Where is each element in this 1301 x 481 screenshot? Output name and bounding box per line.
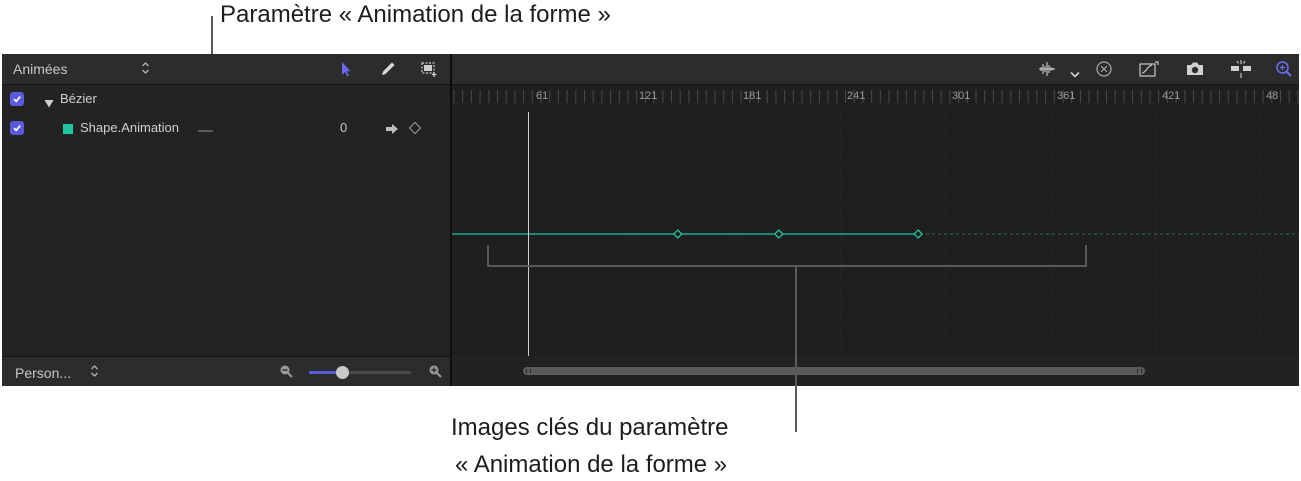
keyframe-diamond[interactable] xyxy=(913,229,924,239)
ruler-label: 61 xyxy=(536,90,549,102)
ruler-label: 421 xyxy=(1162,90,1181,102)
next-keyframe-arrow-icon[interactable] xyxy=(386,122,400,140)
parameter-row-shape-animation[interactable]: Shape.Animation 0 xyxy=(2,114,450,143)
ruler-label: 301 xyxy=(952,90,971,102)
zoom-slider-knob[interactable] xyxy=(336,366,349,379)
snapshot-camera-icon[interactable] xyxy=(1185,61,1205,82)
ruler-label: 181 xyxy=(743,90,762,102)
keyframes-callout-leader xyxy=(795,265,797,432)
ruler-label: 241 xyxy=(847,90,866,102)
ruler-label: 48 xyxy=(1266,90,1279,102)
add-keyframe-diamond-icon[interactable] xyxy=(408,121,422,140)
grid-lines xyxy=(631,108,1262,356)
parameter-value[interactable]: 0 xyxy=(340,120,347,135)
scroller-left-handle[interactable] xyxy=(525,369,531,373)
curve-graph-pane: 61 121 181 241 301 361 421 48 xyxy=(452,54,1299,386)
filter-popup[interactable]: Animées xyxy=(13,61,67,77)
ruler-label: 361 xyxy=(1057,90,1076,102)
callout-parameter-label: Paramètre « Animation de la forme » xyxy=(220,1,611,28)
preset-popup-chevron-icon[interactable] xyxy=(90,364,99,381)
parameter-list-bottom-bar: Person... xyxy=(2,356,450,386)
checkbox-bezier[interactable] xyxy=(10,92,24,106)
parameter-list-pane: Animées Bézier Shape.Animation 0 Person.… xyxy=(2,54,450,386)
audio-waveform-icon[interactable] xyxy=(1038,61,1056,82)
zoom-in-icon[interactable] xyxy=(428,364,442,383)
callout-parameter-leader-tick xyxy=(198,130,213,132)
timeline-ruler[interactable]: 61 121 181 241 301 361 421 48 xyxy=(452,84,1299,108)
keyframes-bracket-right xyxy=(1085,245,1087,267)
parameter-label: Shape.Animation xyxy=(80,120,180,135)
keyframes-bracket-bar xyxy=(487,265,1087,267)
curve-graph-bottom-bar xyxy=(452,356,1299,386)
keyframes-bracket-left xyxy=(487,245,489,267)
curve-color-swatch xyxy=(63,124,73,134)
disclosure-triangle-icon[interactable] xyxy=(44,95,54,113)
filter-popup-chevron-icon[interactable] xyxy=(141,61,150,78)
parameter-row-bezier[interactable]: Bézier xyxy=(2,85,450,114)
pencil-icon[interactable] xyxy=(378,59,398,79)
snap-icon[interactable] xyxy=(1230,59,1252,84)
zoom-out-icon[interactable] xyxy=(279,364,293,383)
checkbox-shape-animation[interactable] xyxy=(10,121,24,135)
scroller-right-handle[interactable] xyxy=(1137,369,1143,373)
chevron-down-icon[interactable] xyxy=(1070,66,1080,84)
parameter-label: Bézier xyxy=(60,91,97,106)
zoom-to-fit-icon[interactable] xyxy=(1275,60,1293,83)
playhead[interactable] xyxy=(528,112,529,358)
curve-graph-toolbar xyxy=(452,54,1299,85)
callout-keyframes-label-line2: « Animation de la forme » xyxy=(455,451,728,478)
animation-curve-layer xyxy=(452,229,924,239)
preset-popup[interactable]: Person... xyxy=(15,365,71,381)
zoom-slider[interactable] xyxy=(309,366,411,379)
callout-keyframes-label-line1: Images clés du paramètre xyxy=(451,414,729,441)
keyframe-editor: Animées Bézier Shape.Animation 0 Person.… xyxy=(2,54,1299,386)
clear-curves-icon[interactable] xyxy=(1095,60,1113,83)
preset-popup-label: Person... xyxy=(15,365,72,381)
horizontal-scroller[interactable] xyxy=(522,367,1146,375)
parameter-list-toolbar: Animées xyxy=(2,54,450,85)
fit-curves-icon[interactable] xyxy=(1138,60,1160,83)
box-select-icon[interactable] xyxy=(420,59,440,79)
curve-graph-area[interactable] xyxy=(452,108,1299,356)
ruler-label: 121 xyxy=(639,90,658,102)
select-arrow-icon[interactable] xyxy=(336,59,356,79)
keyframe-diamond[interactable] xyxy=(773,229,784,239)
filter-popup-label: Animées xyxy=(13,61,68,77)
keyframe-diamond[interactable] xyxy=(672,229,683,239)
